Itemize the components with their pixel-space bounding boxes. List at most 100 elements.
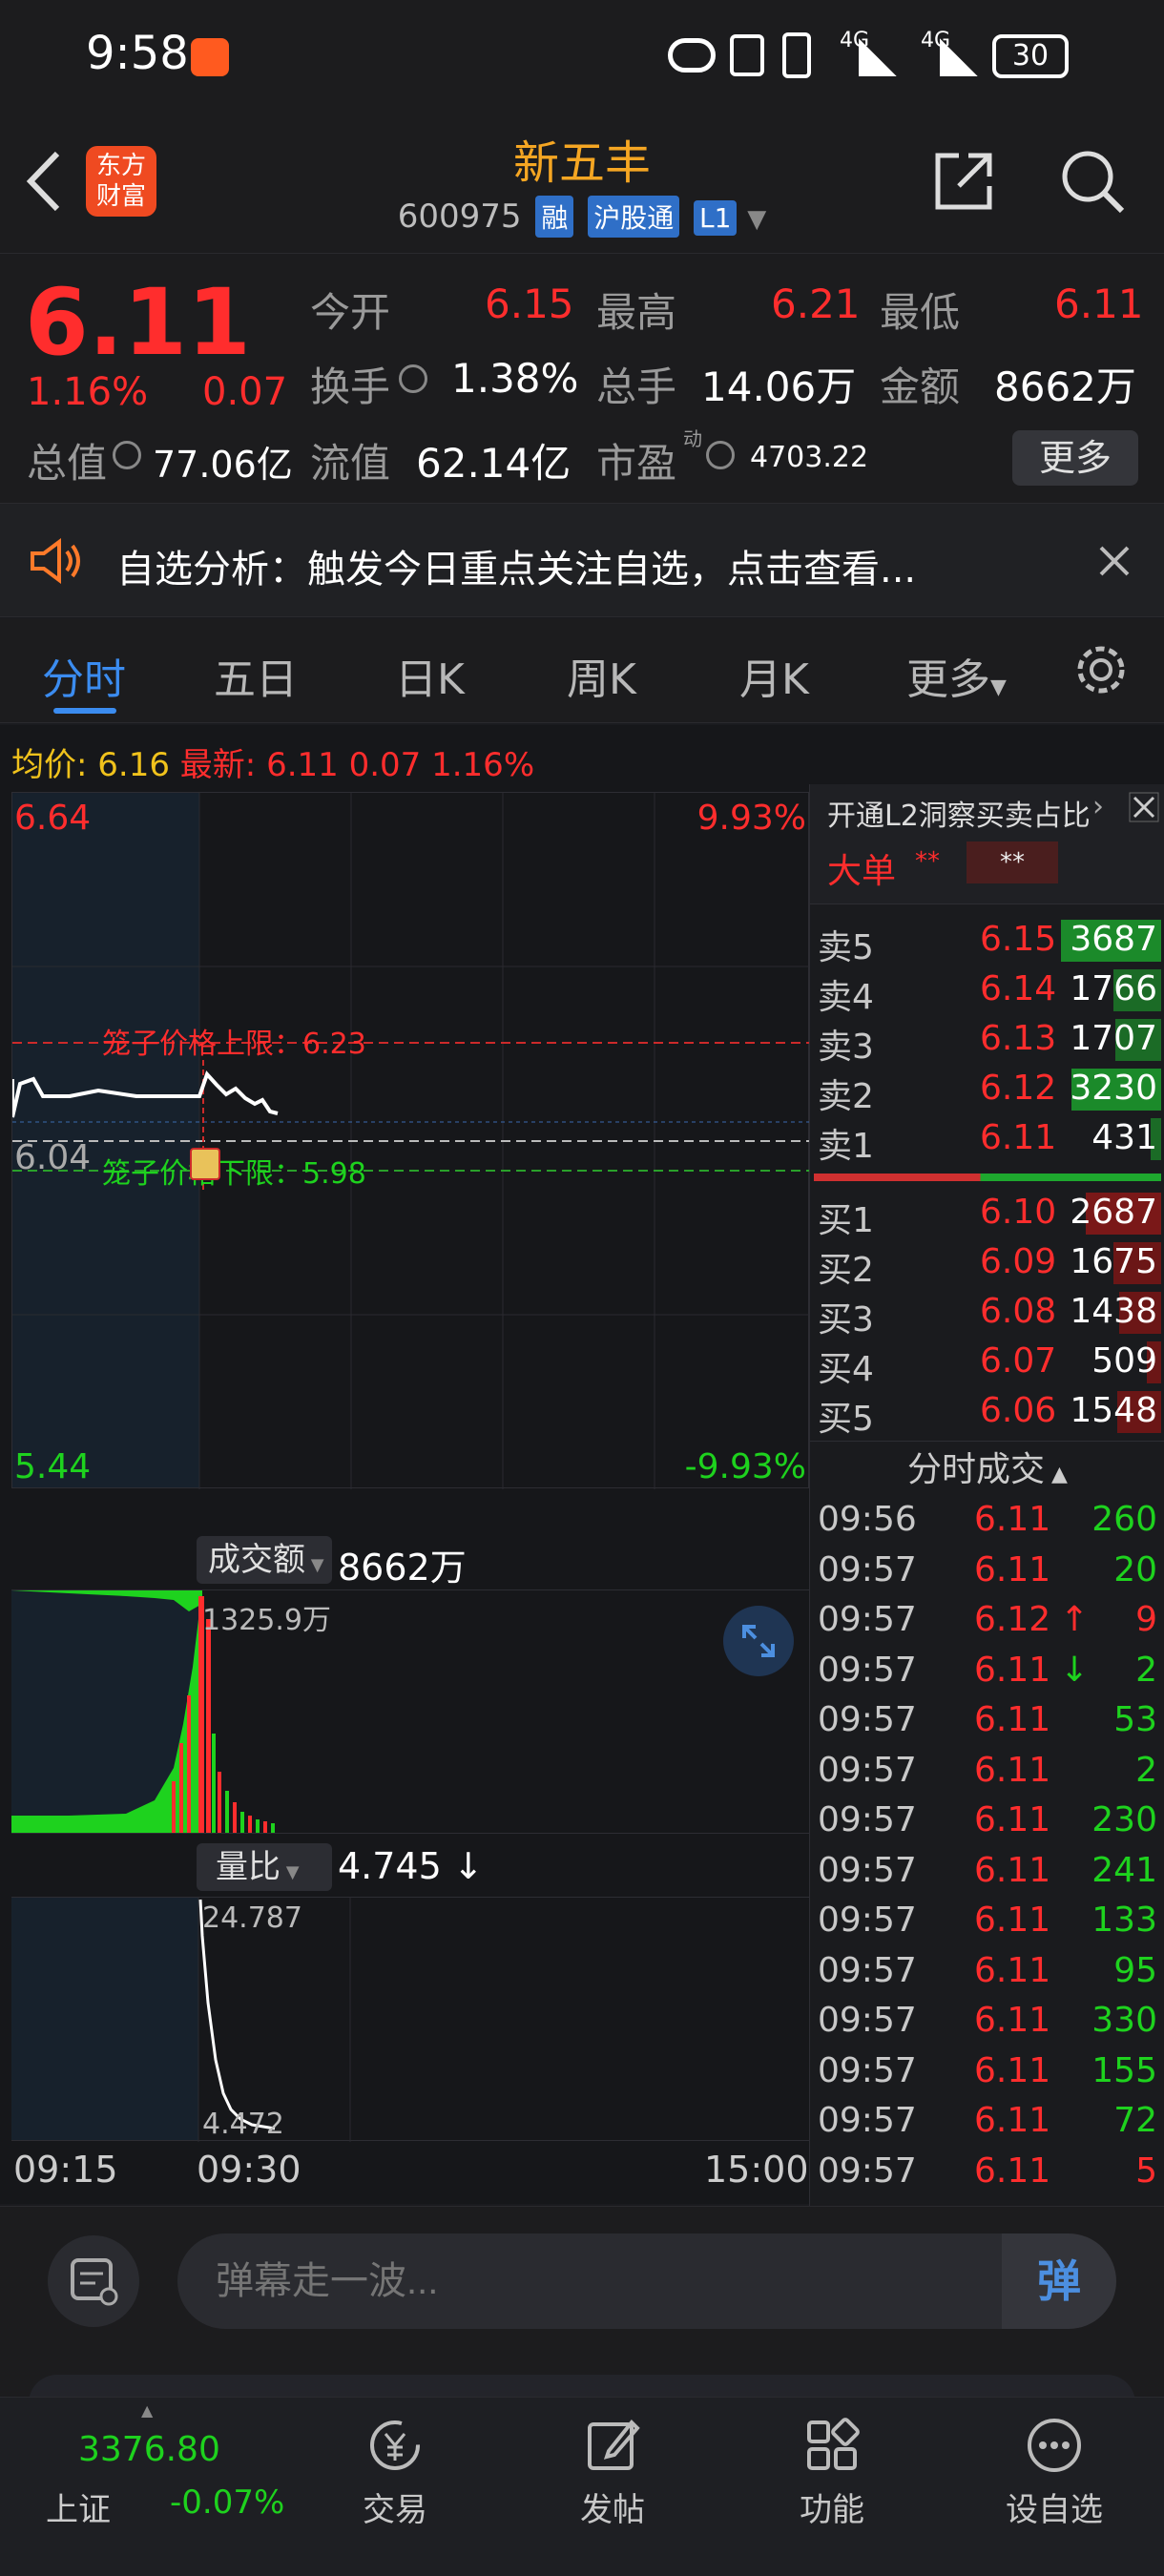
- order-book-panel: 开通L2洞察买卖占比 › 大单 ** ** 卖5 6.15 3687 卖4 6.14 17…: [809, 784, 1164, 2206]
- buy-order-row[interactable]: 买3 6.08 1438: [810, 1288, 1164, 1340]
- tab-weekly-k[interactable]: 周K: [567, 645, 636, 706]
- trade-row: 09:57 6.11 72: [810, 2097, 1164, 2147]
- danmaku-input[interactable]: [177, 2233, 1002, 2329]
- trade-time: 09:57: [818, 1549, 917, 1589]
- sell-order-row[interactable]: 卖1 6.11 431: [810, 1114, 1164, 1166]
- status-bar: 9:58 4G 4G 30: [0, 0, 1164, 110]
- trade-volume: 260: [1091, 1500, 1157, 1539]
- trade-price: 6.11: [974, 1700, 1051, 1739]
- sell-order-row[interactable]: 卖3 6.13 1707: [810, 1015, 1164, 1067]
- sell-order-row[interactable]: 卖2 6.12 3230: [810, 1065, 1164, 1116]
- index-up-indicator: ▲: [141, 2401, 154, 2420]
- expand-button[interactable]: [723, 1606, 794, 1676]
- tab-intraday[interactable]: 分时: [42, 645, 126, 706]
- trade-time: 09:57: [818, 1750, 917, 1790]
- trade-row: 09:57 6.11 230: [810, 1797, 1164, 1846]
- amount-value: 8662万: [994, 364, 1136, 410]
- index-widget[interactable]: ▲ 3376.80 上证 -0.07%: [29, 2398, 296, 2576]
- open-label: 今开: [310, 289, 391, 336]
- trade-time: 09:57: [818, 2101, 917, 2140]
- trade-row: 09:57 6.11 330: [810, 1997, 1164, 2046]
- more-button[interactable]: 更多: [1012, 430, 1138, 486]
- avg-label: 均价:: [11, 746, 88, 784]
- nav-functions[interactable]: 功能: [756, 2415, 908, 2530]
- trade-price: 6.11: [974, 2001, 1051, 2040]
- l2-promo[interactable]: 开通L2洞察买卖占比 › 大单 ** **: [810, 784, 1164, 904]
- sell-order-row[interactable]: 卖5 6.15 3687: [810, 916, 1164, 967]
- yen-exchange-icon: [370, 2420, 420, 2470]
- turnover-info-icon[interactable]: [399, 364, 427, 393]
- trade-row: 09:57 6.11 ↓ 2: [810, 1647, 1164, 1696]
- pe-value: 4703.22: [750, 441, 869, 474]
- ratio-chart: 24.787 4.472: [11, 1897, 809, 2142]
- close-icon[interactable]: [1097, 544, 1132, 578]
- stock-code: 600975: [397, 197, 522, 236]
- buy-order-row[interactable]: 买4 6.07 509: [810, 1338, 1164, 1389]
- tab-daily-k[interactable]: 日K: [395, 645, 465, 706]
- latest-value: 6.11: [266, 746, 339, 784]
- tab-monthly-k[interactable]: 月K: [739, 645, 809, 706]
- cage-lower-label: 笼子价格下限：5.98: [102, 1157, 366, 1191]
- trade-row: 09:57 6.11 133: [810, 1897, 1164, 1946]
- tab-five-day[interactable]: 五日: [214, 645, 298, 706]
- amount-selector[interactable]: 成交额 ▼: [197, 1536, 332, 1584]
- pe-label: 市盈: [596, 440, 677, 487]
- buy-volume: 1675: [1070, 1242, 1157, 1281]
- ratio-line-chart: [197, 1898, 351, 2142]
- volume-value: 14.06万: [701, 364, 857, 410]
- amount-chart: 1325.9万: [11, 1589, 809, 1834]
- share-icon: [935, 153, 992, 210]
- buy-level-label: 买4: [818, 1350, 874, 1389]
- float-cap-label: 流值: [310, 440, 391, 487]
- pe-info-icon[interactable]: [706, 441, 735, 469]
- settings-gear-icon[interactable]: [1072, 641, 1130, 698]
- trade-volume: 5: [1135, 2150, 1157, 2191]
- nav-set-watchlist[interactable]: 设自选: [978, 2415, 1131, 2530]
- buy-order-row[interactable]: 买2 6.09 1675: [810, 1238, 1164, 1290]
- trades-header[interactable]: 分时成交 ▲: [810, 1441, 1164, 1489]
- nav-post[interactable]: 发帖: [536, 2415, 689, 2530]
- chevron-down-icon: ▼: [747, 205, 767, 234]
- notice-bar[interactable]: 自选分析：触发今日重点关注自选，点击查看...: [0, 503, 1164, 617]
- index-value: 3376.80: [78, 2430, 220, 2469]
- big-order-value-1: **: [915, 847, 940, 876]
- comment-settings-button[interactable]: [48, 2235, 139, 2327]
- latest-label: 最新:: [179, 746, 257, 784]
- index-name: 上证: [46, 2491, 111, 2529]
- close-icon[interactable]: [1129, 792, 1159, 822]
- sell-level-label: 卖5: [818, 928, 874, 967]
- sell-order-row[interactable]: 卖4 6.14 1766: [810, 966, 1164, 1017]
- market-cap-info-icon[interactable]: [113, 441, 141, 469]
- buy-volume: 2687: [1070, 1193, 1157, 1232]
- ratio-selector-label: 量比: [216, 1848, 281, 1886]
- y-axis-top: 6.64: [14, 799, 92, 838]
- search-button[interactable]: [1057, 146, 1128, 217]
- ratio-selector[interactable]: 量比 ▼: [197, 1843, 332, 1891]
- bottom-navigation: ▲ 3376.80 上证 -0.07% 交易 发帖 功能 设自选: [0, 2397, 1164, 2576]
- trade-volume: 155: [1091, 2050, 1157, 2090]
- price-chart[interactable]: 6.64 6.04 5.44 9.93% -9.93% 笼子价格上限：6.23 …: [11, 792, 810, 1489]
- buy-order-row[interactable]: 买5 6.06 1548: [810, 1387, 1164, 1439]
- share-button[interactable]: [930, 148, 997, 215]
- low-value: 6.11: [1054, 280, 1144, 327]
- notification-app-icon: [191, 38, 229, 76]
- high-label: 最高: [596, 289, 677, 336]
- buy-order-row[interactable]: 买1 6.10 2687: [810, 1189, 1164, 1240]
- trade-time: 09:57: [818, 1600, 917, 1639]
- turnover-label: 换手: [310, 364, 391, 410]
- index-change: -0.07%: [170, 2483, 285, 2522]
- nav-functions-label: 功能: [800, 2491, 864, 2529]
- trade-marker-icon[interactable]: [190, 1148, 220, 1180]
- trade-price: 6.12: [974, 1600, 1051, 1639]
- trade-row: 09:57 6.11 2: [810, 1747, 1164, 1797]
- arrow-down-icon: ↓: [1060, 1650, 1090, 1690]
- trade-time: 09:57: [818, 1901, 917, 1940]
- buy-price: 6.07: [980, 1341, 1057, 1381]
- open-value: 6.15: [485, 280, 574, 327]
- nav-trade[interactable]: 交易: [319, 2415, 471, 2530]
- trade-volume: 2: [1135, 1750, 1157, 1790]
- danmaku-send-button[interactable]: 弹: [1002, 2233, 1116, 2329]
- pct-axis-bottom: -9.93%: [684, 1447, 806, 1486]
- trade-price: 6.11: [974, 1800, 1051, 1839]
- tab-more[interactable]: 更多▼: [906, 645, 1007, 706]
